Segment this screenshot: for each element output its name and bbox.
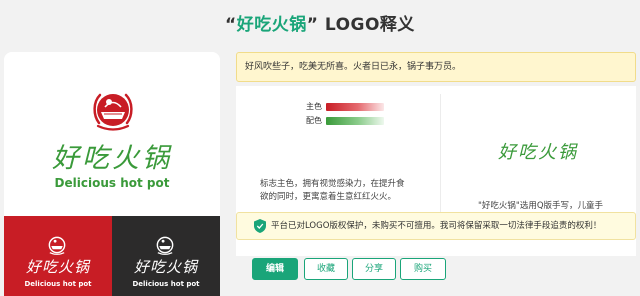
primary-color-label: 主色 — [306, 102, 322, 111]
variant-dark-chinese-text: 好吃火锅 — [133, 258, 198, 276]
logo-variant-red: 好吃火锅 Delicious hot pot — [4, 216, 112, 296]
edit-button[interactable]: 编辑 — [252, 258, 298, 280]
hotpot-emblem-icon — [93, 93, 133, 131]
secondary-color-label: 配色 — [306, 116, 322, 125]
variant-red-chinese-text: 好吃火锅 — [25, 258, 90, 276]
logo-preview: 好吃火锅 Delicious hot pot 好吃火锅 Delicious ho… — [4, 52, 220, 296]
variant-red-english-text: Delicious hot pot — [24, 280, 92, 288]
logo-variant-dark: 好吃火锅 Delicious hot pot — [112, 216, 220, 296]
secondary-color-swatch — [326, 117, 384, 125]
copyright-notice: 平台已对LOGO版权保护，未购买不可擅用。我司将保留采取一切法律手段追责的权利！ — [236, 212, 636, 240]
logo-explanation-panel: 好风吹些子，吃美无所喜。火者日已永，锅子事万员。 主色 配色 标志主色，拥有视觉… — [236, 52, 636, 296]
primary-color-swatch — [326, 103, 384, 111]
hotpot-emblem-icon — [48, 236, 66, 255]
shield-icon — [254, 219, 266, 233]
page-title: “好吃火锅” LOGO释义 — [0, 10, 640, 35]
brand-name: 好吃火锅 — [236, 15, 307, 35]
title-suffix: LOGO释义 — [318, 15, 415, 35]
slogan-bar: 好风吹些子，吃美无所喜。火者日已永，锅子事万员。 — [236, 52, 636, 82]
color-description: 标志主色，拥有视觉感染力，在提升食欲的同时，更寓意着生意红红火火。 — [260, 179, 405, 202]
close-quote: ” — [306, 15, 319, 35]
buy-button[interactable]: 购买 — [400, 258, 446, 280]
logo-preview-main: 好吃火锅 Delicious hot pot — [4, 52, 220, 216]
share-button[interactable]: 分享 — [352, 258, 396, 280]
logo-english-text: Delicious hot pot — [54, 176, 170, 190]
variant-dark-english-text: Delicious hot pot — [132, 280, 200, 288]
font-sample: 好吃火锅 — [498, 142, 578, 163]
hotpot-emblem-icon — [156, 236, 174, 255]
favorite-button[interactable]: 收藏 — [304, 258, 348, 280]
logo-chinese-text: 好吃火锅 — [52, 143, 172, 174]
copyright-notice-text: 平台已对LOGO版权保护，未购买不可擅用。我司将保留采取一切法律手段追责的权利！ — [271, 221, 602, 231]
open-quote: “ — [225, 15, 237, 35]
